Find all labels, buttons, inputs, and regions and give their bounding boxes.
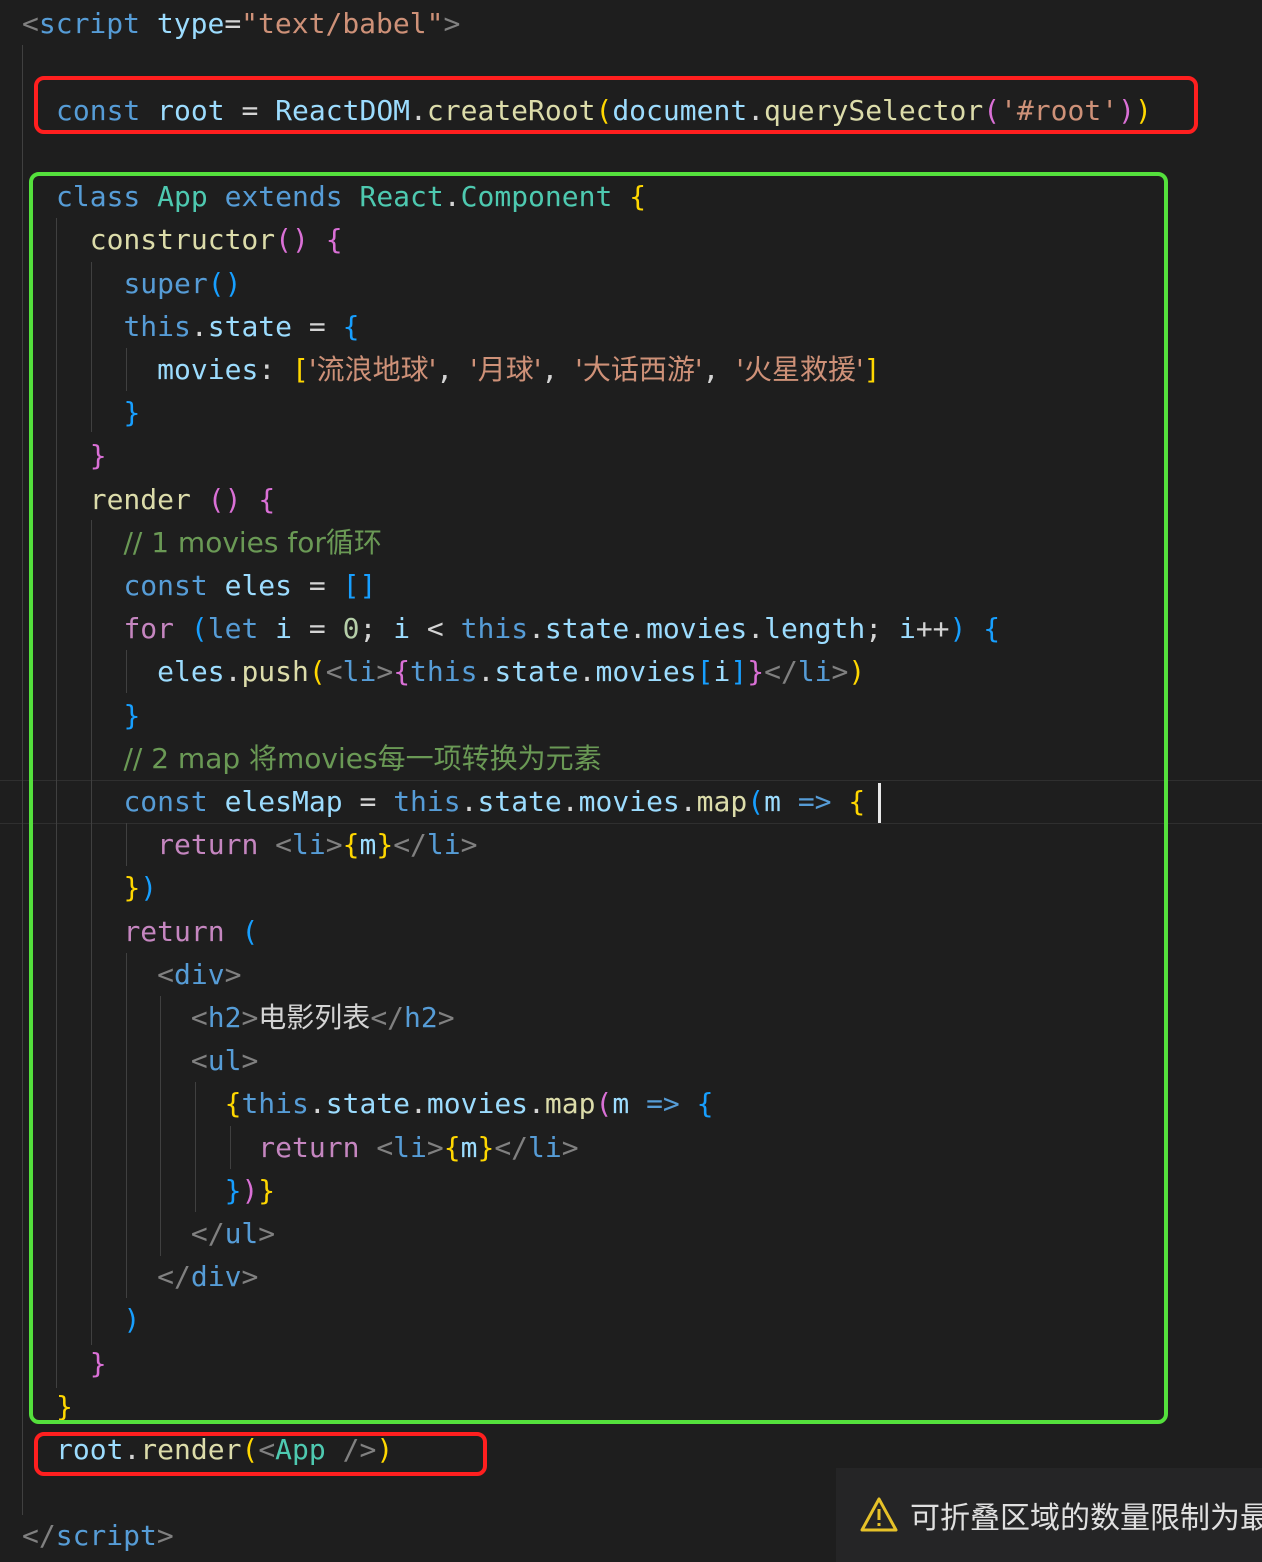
highlight-box-root-render: [34, 1432, 487, 1476]
code-token: >: [156, 1519, 174, 1552]
code-token: script: [38, 7, 141, 40]
folding-limit-notification[interactable]: 可折叠区域的数量限制为最: [836, 1468, 1262, 1562]
highlight-box-create-root: [34, 76, 1198, 134]
code-line-33: </script>: [22, 1514, 174, 1557]
code-token: </: [22, 1519, 56, 1552]
code-line-1: <script type="text/babel">: [22, 2, 460, 45]
indent-guide: [22, 45, 23, 1515]
code-token: script: [55, 1519, 157, 1552]
code-token: =: [224, 7, 242, 40]
warning-icon: [860, 1495, 898, 1535]
highlight-box-app-class: [29, 172, 1168, 1424]
code-token: >: [443, 7, 461, 40]
code-token: "text/babel": [241, 7, 444, 40]
code-token: <: [22, 7, 39, 40]
code-editor[interactable]: <script type="text/babel"> const root = …: [0, 0, 1262, 1562]
notification-text: 可折叠区域的数量限制为最: [910, 1501, 1262, 1536]
code-token: type: [156, 7, 225, 40]
